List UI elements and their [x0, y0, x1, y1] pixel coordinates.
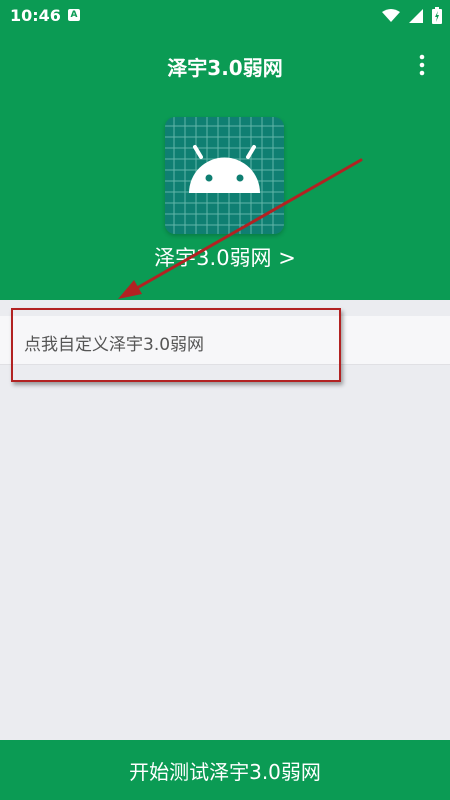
status-bar: 10:46 A — [0, 0, 450, 32]
status-icons — [378, 5, 442, 27]
start-test-button[interactable]: 开始测试泽宇3.0弱网 — [0, 740, 450, 800]
annotation-highlight-box — [11, 308, 341, 382]
status-time: 10:46 — [10, 6, 61, 25]
notification-icon: A — [68, 9, 80, 21]
app-name-link[interactable]: 泽宇3.0弱网 > — [0, 242, 450, 272]
app-icon — [165, 117, 284, 234]
android-icon — [165, 117, 284, 234]
more-vert-icon[interactable] — [414, 52, 430, 78]
page-title: 泽宇3.0弱网 — [167, 56, 283, 80]
signal-icon — [408, 8, 423, 23]
header: 10:46 A 泽宇3.0弱网 泽宇3.0弱网 > — [0, 0, 450, 300]
wifi-icon — [381, 8, 400, 22]
battery-icon — [432, 7, 442, 24]
